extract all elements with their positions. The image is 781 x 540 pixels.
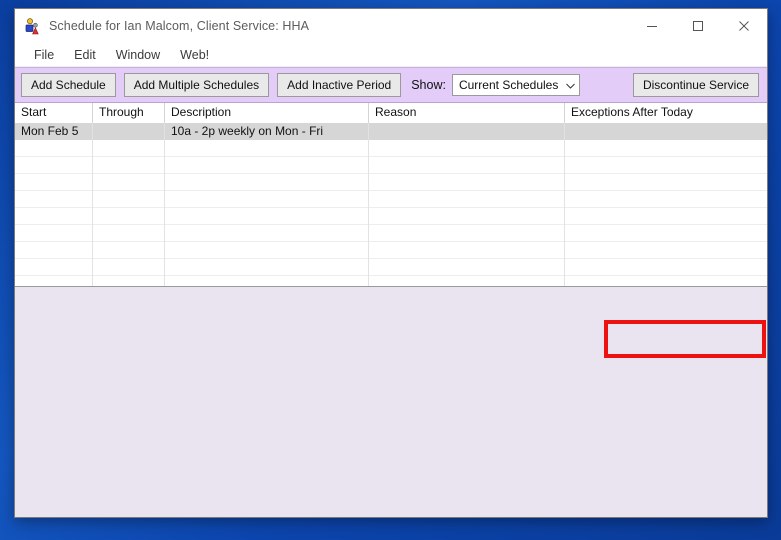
toolbar: Add Schedule Add Multiple Schedules Add … [15, 67, 767, 103]
add-multiple-schedules-button[interactable]: Add Multiple Schedules [123, 73, 270, 97]
schedules-grid[interactable]: Start Through Description Reason Excepti… [15, 103, 767, 287]
cell-empty [165, 157, 369, 174]
cell-empty [369, 208, 565, 225]
cell-empty [369, 276, 565, 286]
menu-bar: File Edit Window Web! [15, 43, 767, 67]
table-row[interactable] [15, 276, 767, 286]
cell-empty [15, 157, 93, 174]
schedule-window: Schedule for Ian Malcom, Client Service:… [14, 8, 768, 518]
cell-empty [565, 225, 767, 242]
cell-empty [565, 276, 767, 286]
cell-empty [369, 140, 565, 157]
cell-empty [165, 225, 369, 242]
cell-empty [15, 174, 93, 191]
cell-empty [369, 174, 565, 191]
cell-empty [369, 157, 565, 174]
cell-reason [369, 123, 565, 140]
cell-empty [93, 140, 165, 157]
cell-empty [369, 259, 565, 276]
maximize-icon[interactable] [675, 9, 721, 43]
table-row[interactable] [15, 157, 767, 174]
cell-empty [565, 174, 767, 191]
column-header-exceptions[interactable]: Exceptions After Today [565, 103, 767, 123]
cell-empty [565, 140, 767, 157]
cell-empty [15, 140, 93, 157]
discontinue-service-button[interactable]: Discontinue Service [632, 73, 759, 97]
cell-description: 10a - 2p weekly on Mon - Fri [165, 123, 369, 140]
chevron-down-icon [558, 78, 576, 92]
table-row[interactable]: Mon Feb 5 10a - 2p weekly on Mon - Fri [15, 123, 767, 140]
menu-window[interactable]: Window [107, 46, 169, 64]
table-row[interactable] [15, 140, 767, 157]
add-inactive-period-button[interactable]: Add Inactive Period [277, 73, 402, 97]
window-controls [629, 9, 767, 43]
cell-empty [565, 242, 767, 259]
cell-empty [565, 259, 767, 276]
cell-empty [15, 259, 93, 276]
column-header-description[interactable]: Description [165, 103, 369, 123]
cell-empty [15, 242, 93, 259]
grid-header-row: Start Through Description Reason Excepti… [15, 103, 767, 123]
cell-empty [165, 191, 369, 208]
cell-empty [93, 259, 165, 276]
cell-empty [15, 191, 93, 208]
cell-empty [93, 208, 165, 225]
table-row[interactable] [15, 174, 767, 191]
cell-empty [15, 276, 93, 286]
people-schedule-icon [23, 17, 41, 35]
menu-web[interactable]: Web! [171, 46, 218, 64]
schedule-detail-panel: Starting: Status: Start Time: Repeat: 2/… [15, 287, 767, 517]
column-header-through[interactable]: Through [93, 103, 165, 123]
cell-empty [165, 140, 369, 157]
cell-empty [93, 157, 165, 174]
cell-empty [93, 276, 165, 286]
cell-empty [93, 174, 165, 191]
cell-start: Mon Feb 5 [15, 123, 93, 140]
title-bar: Schedule for Ian Malcom, Client Service:… [15, 9, 767, 43]
show-filter-value: Current Schedules [458, 78, 559, 92]
cell-empty [165, 259, 369, 276]
cell-empty [565, 191, 767, 208]
table-row[interactable] [15, 191, 767, 208]
cell-empty [565, 157, 767, 174]
table-row[interactable] [15, 259, 767, 276]
minimize-icon[interactable] [629, 9, 675, 43]
cell-empty [93, 242, 165, 259]
show-label: Show: [411, 78, 446, 92]
table-row[interactable] [15, 208, 767, 225]
cell-empty [369, 191, 565, 208]
menu-edit[interactable]: Edit [65, 46, 105, 64]
cell-empty [565, 208, 767, 225]
cell-empty [165, 242, 369, 259]
cell-empty [93, 191, 165, 208]
show-filter-select[interactable]: Current Schedules [451, 74, 581, 96]
cell-empty [15, 225, 93, 242]
menu-file[interactable]: File [25, 46, 63, 64]
grid-empty-rows [15, 140, 767, 286]
table-row[interactable] [15, 242, 767, 259]
grid-body: Mon Feb 5 10a - 2p weekly on Mon - Fri [15, 123, 767, 286]
cell-exceptions [565, 123, 767, 140]
window-title: Schedule for Ian Malcom, Client Service:… [49, 19, 310, 33]
cell-empty [165, 174, 369, 191]
add-schedule-button[interactable]: Add Schedule [21, 73, 116, 97]
column-header-start[interactable]: Start [15, 103, 93, 123]
cell-empty [165, 208, 369, 225]
table-row[interactable] [15, 225, 767, 242]
cell-empty [15, 208, 93, 225]
cell-empty [93, 225, 165, 242]
cell-empty [165, 276, 369, 286]
cell-through [93, 123, 165, 140]
cell-empty [369, 242, 565, 259]
close-icon[interactable] [721, 9, 767, 43]
cell-empty [369, 225, 565, 242]
column-header-reason[interactable]: Reason [369, 103, 565, 123]
